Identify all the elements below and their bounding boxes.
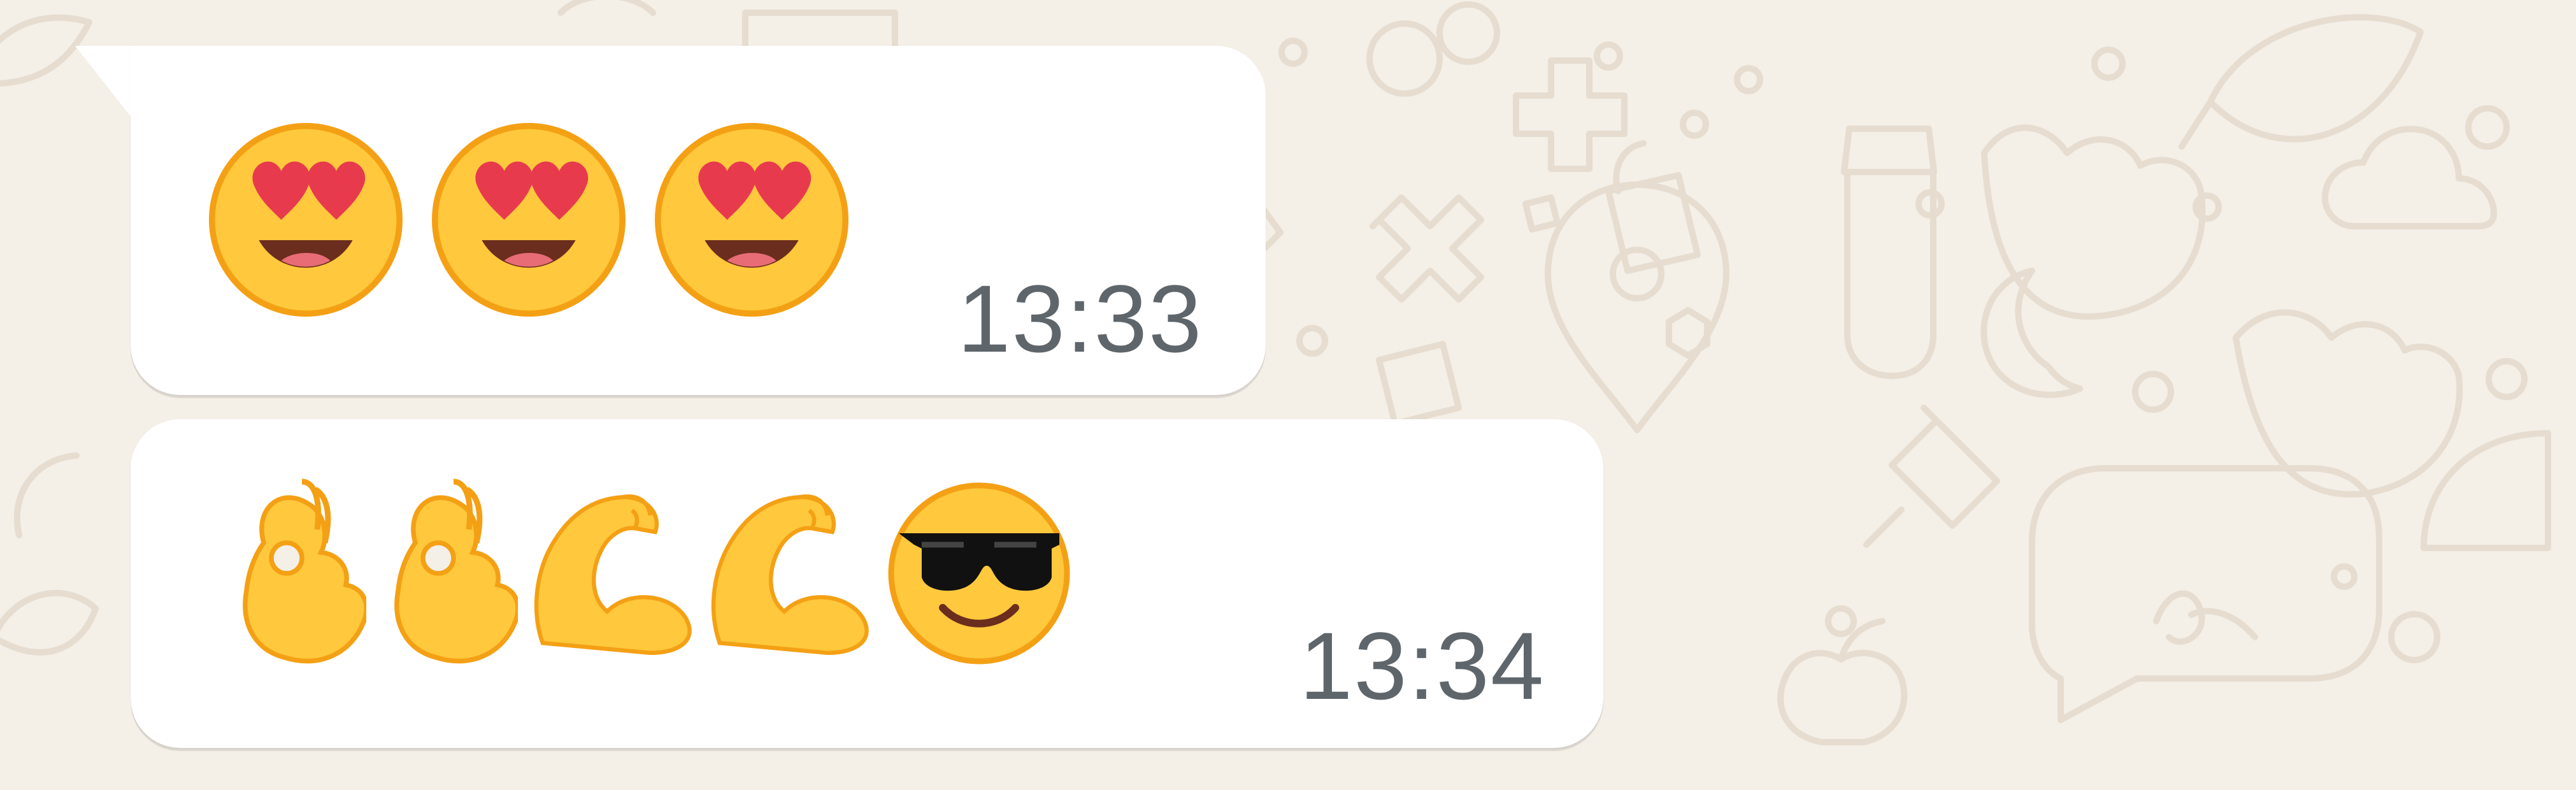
heart-eyes-emoji-icon bbox=[432, 122, 626, 317]
message-emoji-row bbox=[226, 471, 1075, 675]
heart-eyes-emoji-icon bbox=[655, 122, 848, 317]
flexed-biceps-emoji-icon bbox=[534, 494, 692, 656]
sunglasses-emoji-icon bbox=[888, 482, 1070, 664]
message-timestamp: 13:33 bbox=[957, 265, 1203, 372]
heart-eyes-emoji-icon bbox=[209, 122, 403, 317]
flexed-biceps-emoji-icon bbox=[711, 494, 869, 656]
ok-hand-emoji-icon bbox=[394, 478, 518, 664]
chat-messages: 13:33 13:34 bbox=[0, 0, 2576, 790]
message-emoji-row bbox=[204, 115, 854, 325]
message-timestamp: 13:34 bbox=[1299, 612, 1545, 719]
ok-hand-emoji-icon bbox=[243, 478, 366, 664]
